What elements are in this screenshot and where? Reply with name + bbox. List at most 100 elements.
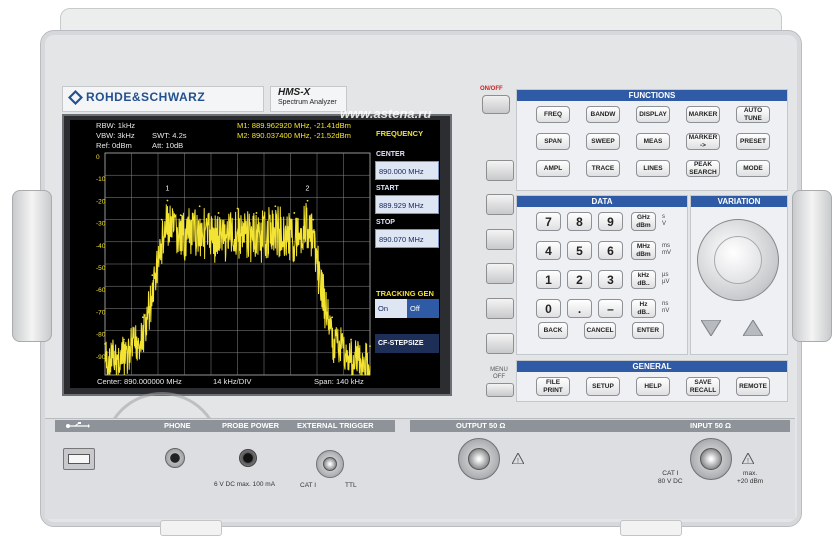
spectrum-plot: 0 -10 -20 -30 -40 -50 -60 -70 -80 -90 1 2 (96, 152, 371, 376)
digit-3-button[interactable]: 3 (598, 270, 623, 289)
y-tick-label: 0 (96, 154, 100, 161)
unit-key-2[interactable]: MHz dBm (631, 241, 656, 260)
remote-button[interactable]: REMOTE (736, 377, 770, 396)
tracking-on-option[interactable]: On (375, 299, 407, 318)
brand-name: ROHDE&SCHWARZ (86, 90, 206, 104)
display-button[interactable]: DISPLAY (636, 106, 670, 123)
digit-0-button[interactable]: 0 (536, 299, 561, 318)
general-title: GENERAL (517, 361, 787, 372)
mode-button[interactable]: MODE (736, 160, 770, 177)
digit-4-button[interactable]: 4 (536, 241, 561, 260)
unit-key-1[interactable]: GHz dBm (631, 212, 656, 231)
digit-decimal-button[interactable]: . (567, 299, 592, 318)
trigger-cat-label: CAT I (300, 482, 317, 489)
digit-8-button[interactable]: 8 (567, 212, 592, 231)
output-n-connector[interactable] (458, 438, 500, 480)
ampl-button[interactable]: AMPL (536, 160, 570, 177)
file-print-button[interactable]: FILE PRINT (536, 377, 570, 396)
unit-key-4[interactable]: Hz dB.. (631, 299, 656, 318)
unit-side-label-4: ns nV (662, 301, 670, 314)
watermark-url: www.astena.ru (340, 106, 432, 121)
help-button[interactable]: HELP (636, 377, 670, 396)
trace-point (198, 205, 201, 208)
model-subtitle: Spectrum Analyzer (278, 99, 337, 106)
digit-minus-button[interactable]: – (598, 299, 623, 318)
input-cat-spec: CAT I 80 V DC (658, 470, 683, 485)
arrow-up-icon[interactable] (743, 320, 763, 336)
span-button[interactable]: SPAN (536, 133, 570, 150)
peak-search-button[interactable]: PEAK SEARCH (686, 160, 720, 177)
digit-1-button[interactable]: 1 (536, 270, 561, 289)
marker-1-label: 1 (165, 186, 169, 193)
probe-power-socket[interactable] (239, 449, 257, 467)
cf-stepsize-option[interactable]: CF-STEPSIZE (375, 334, 439, 353)
softkey-5[interactable] (486, 298, 514, 319)
softkey-6[interactable] (486, 333, 514, 354)
plot-grid (104, 152, 371, 376)
digit-5-button[interactable]: 5 (567, 241, 592, 260)
power-button[interactable] (482, 95, 510, 114)
ref-readout: Ref: 0dBm (96, 141, 132, 150)
lines-button[interactable]: LINES (636, 160, 670, 177)
center-readout: Center: 890.000000 MHz (97, 377, 182, 386)
bottom-foot-left (160, 520, 222, 536)
start-value[interactable]: 889.929 MHz (375, 195, 439, 214)
cancel-button[interactable]: CANCEL (584, 322, 616, 339)
menu-off-button[interactable] (486, 383, 514, 397)
digit-7-button[interactable]: 7 (536, 212, 561, 231)
rbw-readout: RBW: 1kHz (96, 121, 136, 130)
digit-2-button[interactable]: 2 (567, 270, 592, 289)
digit-6-button[interactable]: 6 (598, 241, 623, 260)
softkey-2[interactable] (486, 194, 514, 215)
setup-button[interactable]: SETUP (586, 377, 620, 396)
probe-power-label: PROBE POWER (222, 421, 280, 430)
softkey-4[interactable] (486, 263, 514, 284)
trace-point (293, 212, 296, 214)
digit-9-button[interactable]: 9 (598, 212, 623, 231)
freq-button[interactable]: FREQ (536, 106, 570, 123)
marker-to-button[interactable]: MARKER -> (686, 133, 720, 150)
y-tick-label: -30 (96, 221, 106, 228)
marker-button[interactable]: MARKER (686, 106, 720, 123)
trace-point (255, 212, 258, 214)
preset-button[interactable]: PRESET (736, 133, 770, 150)
meas-button[interactable]: MEAS (636, 133, 670, 150)
input-max-spec: max. +20 dBm (737, 470, 764, 485)
div-readout: 14 kHz/DIV (213, 377, 252, 386)
back-button[interactable]: BACK (538, 322, 568, 339)
arrow-down-icon[interactable] (701, 320, 721, 336)
usb-port[interactable] (63, 448, 95, 470)
center-value[interactable]: 890.000 MHz (375, 161, 439, 180)
variation-title: VARIATION (691, 196, 787, 207)
unit-key-3[interactable]: kHz dB.. (631, 270, 656, 289)
right-handle (792, 190, 832, 342)
bottom-foot-right (620, 520, 682, 536)
auto-tune-button[interactable]: AUTO TUNE (736, 106, 770, 123)
y-tick-labels: 0 -10 -20 -30 -40 -50 -60 -70 -80 -90 (96, 154, 106, 361)
trace-button[interactable]: TRACE (586, 160, 620, 177)
stop-value[interactable]: 890.070 MHz (375, 229, 439, 248)
functions-title: FUNCTIONS (517, 90, 787, 101)
svg-text:!: ! (517, 458, 519, 464)
y-tick-label: -90 (96, 354, 106, 361)
y-tick-label: -40 (96, 243, 106, 250)
sweep-button[interactable]: SWEEP (586, 133, 620, 150)
bandw-button[interactable]: BANDW (586, 106, 620, 123)
marker1-readout: M1: 889.962920 MHz, -21.41dBm (237, 121, 351, 130)
trace-point (151, 274, 154, 276)
phone-jack[interactable] (165, 448, 185, 468)
external-trigger-bnc[interactable] (316, 450, 344, 478)
softkey-3[interactable] (486, 229, 514, 250)
output-warning-icon: ! (512, 453, 524, 464)
y-tick-label: -20 (96, 198, 106, 205)
tracking-off-option[interactable]: Off (407, 299, 439, 318)
save-recall-button[interactable]: SAVE RECALL (686, 377, 720, 396)
trace-point (179, 214, 182, 217)
enter-button[interactable]: ENTER (632, 322, 664, 339)
trace-point (350, 338, 352, 341)
trace-point (331, 316, 334, 319)
softkey-1[interactable] (486, 160, 514, 181)
trace-point (312, 218, 315, 221)
svg-text:!: ! (747, 458, 749, 464)
input-n-connector[interactable] (690, 438, 732, 480)
